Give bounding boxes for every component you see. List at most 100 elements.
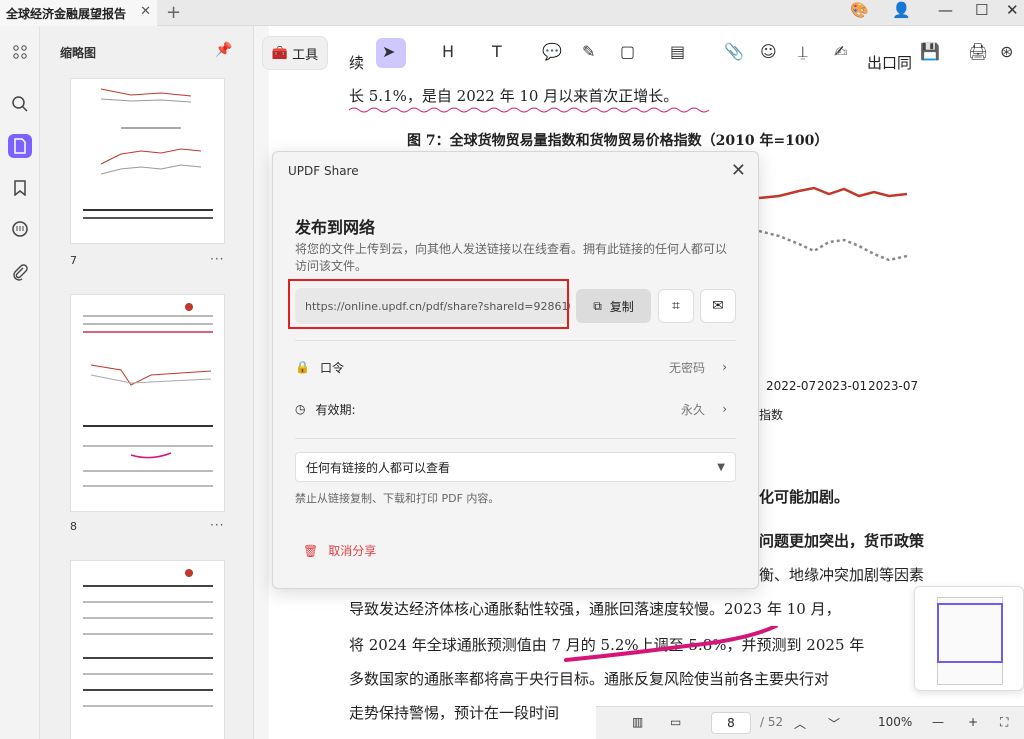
- zoom-in-icon[interactable]: +: [968, 715, 978, 729]
- new-tab-button[interactable]: +: [166, 2, 181, 23]
- copy-link-button[interactable]: ⧉ 复制: [576, 289, 651, 323]
- thumbnail-content: [83, 88, 213, 219]
- chevron-right-icon: ›: [722, 402, 727, 416]
- lock-icon: 🔒: [295, 360, 310, 374]
- account-icon[interactable]: 👤: [892, 1, 911, 19]
- expiry-value: 永久: [680, 402, 705, 417]
- body-text: 多数国家的通胀率都将高于央行目标。通胀反复风险使当前各主要央行对: [349, 670, 830, 688]
- share-dialog: UPDF Share ✕ 发布到网络 将您的文件上传到云，向其他人发送链接以在线…: [272, 151, 759, 589]
- copy-icon: ⧉: [593, 298, 602, 313]
- password-row[interactable]: 🔒 口令 无密码 ›: [295, 352, 735, 382]
- dialog-title: UPDF Share: [288, 164, 359, 178]
- thumbnail-page-7[interactable]: [70, 78, 225, 244]
- current-page: 8: [727, 716, 735, 730]
- divider: [295, 438, 736, 439]
- page-minimap[interactable]: [914, 586, 1024, 691]
- cancel-share-button[interactable]: 🗑 取消分享: [303, 542, 376, 559]
- text-icon[interactable]: T: [492, 42, 502, 61]
- grid-icon[interactable]: [8, 40, 32, 64]
- toolbox-icon: 🧰: [271, 45, 289, 61]
- qr-code-button[interactable]: ⌗: [658, 289, 694, 323]
- panel-title: 缩略图: [60, 46, 97, 60]
- body-text: 走势保持警惕，预计在一段时间: [349, 704, 560, 722]
- theme-icon[interactable]: 🎨: [850, 1, 869, 19]
- mail-icon: ✉: [712, 298, 724, 314]
- maximize-button[interactable]: ☐: [975, 1, 988, 19]
- reading-mode-icon[interactable]: ▥: [632, 715, 643, 729]
- legend-text: 指数: [759, 408, 784, 422]
- body-text: 问题更加突出，货币政策: [759, 532, 925, 550]
- tab-close-icon[interactable]: ✕: [140, 4, 151, 19]
- thumbnail-content: [83, 303, 213, 487]
- tools-label: 工具: [292, 47, 319, 63]
- thumbnail-page-8[interactable]: [70, 294, 225, 512]
- more-icon[interactable]: ···: [210, 518, 224, 532]
- access-permission-select[interactable]: 任何有链接的人都可以查看 ▼: [295, 452, 736, 482]
- figure-title: 图 7：全球货物贸易量指数和货物贸易价格指数（2010 年=100）: [407, 133, 829, 149]
- password-value: 无密码: [668, 360, 705, 375]
- close-window-button[interactable]: ✕: [1006, 1, 1019, 19]
- chevron-up-icon[interactable]: ︿: [794, 715, 806, 732]
- zoom-level[interactable]: 100%: [878, 715, 912, 729]
- thumbnail-panel: 缩略图 📌 7 ··· 8 ···: [40, 26, 254, 739]
- select-cursor-icon[interactable]: ➤: [382, 42, 395, 61]
- clock-icon: ◷: [295, 402, 306, 416]
- highlight-text-icon[interactable]: H: [442, 42, 454, 61]
- thumbnail-page-9[interactable]: [70, 560, 225, 739]
- page-number-label: 7: [70, 254, 77, 267]
- current-page-input[interactable]: 8: [711, 712, 751, 734]
- highlight-box: [288, 279, 569, 329]
- chevron-down-icon: ▼: [717, 461, 725, 473]
- thumbnails-icon[interactable]: [8, 134, 32, 158]
- fit-page-icon[interactable]: ⛶: [1000, 715, 1008, 730]
- copy-label: 复制: [609, 299, 634, 314]
- squiggle-underline: [349, 107, 710, 113]
- title-bar: 全球经济金融展望报告 ✕ + 🎨 👤 — ☐ ✕: [0, 0, 1024, 26]
- tools-button[interactable]: 🧰 工具: [262, 36, 328, 70]
- body-text: 衡、地缘冲突加剧等因素: [759, 566, 925, 584]
- print-icon[interactable]: 🖨: [968, 42, 988, 61]
- page-number-label: 8: [70, 520, 77, 533]
- thumbnail-content: [83, 569, 213, 707]
- cancel-share-label: 取消分享: [328, 544, 377, 558]
- access-option: 任何有链接的人都可以查看: [306, 460, 451, 475]
- sticker-icon[interactable]: ☺: [760, 42, 777, 61]
- pen-annotation: [564, 626, 778, 662]
- pin-icon[interactable]: 📌: [215, 42, 232, 58]
- chevron-down-icon[interactable]: ﹀: [828, 715, 840, 732]
- restriction-note: 禁止从链接复制、下载和打印 PDF 内容。: [295, 492, 500, 505]
- stamp-icon[interactable]: ⍊: [798, 42, 808, 62]
- signature-icon[interactable]: ✍: [834, 42, 847, 61]
- document-tab[interactable]: 全球经济金融展望报告 ✕: [0, 0, 157, 26]
- comment-icon[interactable]: [8, 217, 32, 241]
- bookmark-icon[interactable]: [8, 176, 32, 200]
- minimize-button[interactable]: —: [938, 1, 953, 19]
- rectangle-icon[interactable]: ▢: [620, 42, 635, 61]
- attachment-icon[interactable]: [8, 260, 32, 284]
- presentation-icon[interactable]: ▭: [670, 715, 681, 729]
- status-bar: ▥ ▭ 8 / 52 ︿ ﹀ 100% — + ⛶: [596, 706, 1024, 739]
- annotation-toolbar: 🧰 工具 ➤ H T 💬 ✎ ▢ ▤ 📎 ☺ ⍊ ✍ 💾 🖨 ⊛: [258, 34, 1024, 74]
- save-icon[interactable]: 💾: [920, 42, 940, 61]
- expiry-label: 有效期:: [315, 402, 356, 417]
- password-label: 口令: [319, 360, 344, 375]
- qr-code-icon: ⌗: [672, 298, 680, 314]
- email-button[interactable]: ✉: [700, 289, 736, 323]
- minimap-viewport[interactable]: [937, 603, 1003, 663]
- more-icon[interactable]: ···: [210, 252, 224, 266]
- paperclip-icon[interactable]: 📎: [724, 42, 744, 61]
- body-text: 长 5.1%，是自 2022 年 10 月以来首次正增长。: [349, 87, 679, 105]
- body-text: 导致发达经济体核心通胀黏性较强，通胀回落速度较慢。2023 年 10 月，: [349, 600, 841, 618]
- share-icon[interactable]: ⊛: [1000, 42, 1013, 61]
- x-tick-label: 2023-01: [817, 379, 868, 393]
- left-icon-rail: [0, 26, 40, 739]
- zoom-out-icon[interactable]: —: [932, 715, 944, 729]
- close-icon[interactable]: ✕: [731, 160, 746, 181]
- ruler-icon[interactable]: ▤: [670, 42, 685, 61]
- pencil-icon[interactable]: ✎: [582, 42, 595, 61]
- chevron-right-icon: ›: [722, 360, 727, 374]
- expiry-row[interactable]: ◷ 有效期: 永久 ›: [295, 394, 735, 424]
- search-icon[interactable]: [8, 92, 32, 116]
- comment-icon[interactable]: 💬: [542, 42, 562, 61]
- divider: [295, 340, 736, 341]
